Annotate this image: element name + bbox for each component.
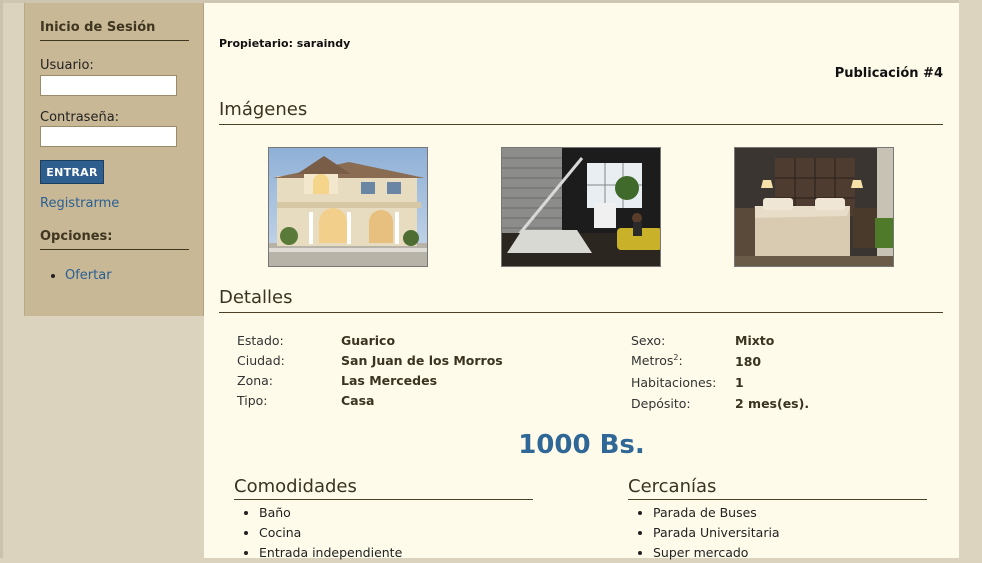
price: 1000 Bs.: [518, 430, 645, 460]
state-label: Estado:: [237, 333, 284, 348]
rooms-value: 1: [735, 375, 744, 390]
owner-text: Propietario: saraindy: [219, 37, 351, 50]
list-item: Super mercado: [653, 543, 780, 563]
amenities-heading: Comodidades: [234, 476, 533, 500]
rooms-label: Habitaciones:: [631, 375, 717, 390]
login-button[interactable]: ENTRAR: [40, 160, 104, 184]
list-item: Cocina: [259, 523, 402, 543]
list-item: Parada de Buses: [653, 503, 780, 523]
house-exterior-image[interactable]: [268, 147, 428, 267]
list-item: Parada Universitaria: [653, 523, 780, 543]
username-input[interactable]: [40, 75, 177, 96]
city-value: San Juan de los Morros: [341, 353, 503, 368]
right-margin: [959, 0, 982, 558]
list-item: Baño: [259, 503, 402, 523]
meters-label: Metros2:: [631, 353, 683, 368]
type-label: Tipo:: [237, 393, 268, 408]
city-label: Ciudad:: [237, 353, 285, 368]
publication-number: Publicación #4: [834, 66, 943, 81]
password-label: Contraseña:: [40, 110, 120, 125]
offer-link[interactable]: Ofertar: [65, 268, 112, 283]
nearby-heading: Cercanías: [628, 476, 927, 500]
state-value: Guarico: [341, 333, 396, 348]
sidebar: Inicio de Sesión Usuario: Contraseña: EN…: [24, 3, 204, 316]
main-content: Propietario: saraindy Publicación #4 Imá…: [204, 3, 959, 560]
bedroom-image[interactable]: [734, 147, 894, 267]
login-title: Inicio de Sesión: [40, 20, 189, 41]
sex-value: Mixto: [735, 333, 775, 348]
deposit-value: 2 mes(es).: [735, 396, 810, 411]
zone-value: Las Mercedes: [341, 373, 438, 388]
meters-value: 180: [735, 354, 762, 369]
deposit-label: Depósito:: [631, 396, 691, 411]
register-link[interactable]: Registrarme: [40, 196, 119, 211]
meters-label-text: Metros: [631, 353, 674, 369]
username-label: Usuario:: [40, 58, 94, 73]
sex-label: Sexo:: [631, 333, 666, 348]
options-title: Opciones:: [40, 229, 189, 250]
meters-label-suffix: :: [678, 353, 683, 369]
details-heading: Detalles: [219, 287, 943, 313]
password-input[interactable]: [40, 126, 177, 147]
amenities-list: Baño Cocina Entrada independiente: [234, 503, 402, 563]
loft-interior-image[interactable]: [501, 147, 661, 267]
list-item: Entrada independiente: [259, 543, 402, 563]
type-value: Casa: [341, 393, 375, 408]
left-border: [0, 0, 3, 558]
images-heading: Imágenes: [219, 99, 943, 125]
list-item: Ofertar: [65, 268, 112, 283]
options-list: Ofertar: [40, 268, 112, 283]
nearby-list: Parada de Buses Parada Universitaria Sup…: [628, 503, 780, 563]
zone-label: Zona:: [237, 373, 274, 388]
